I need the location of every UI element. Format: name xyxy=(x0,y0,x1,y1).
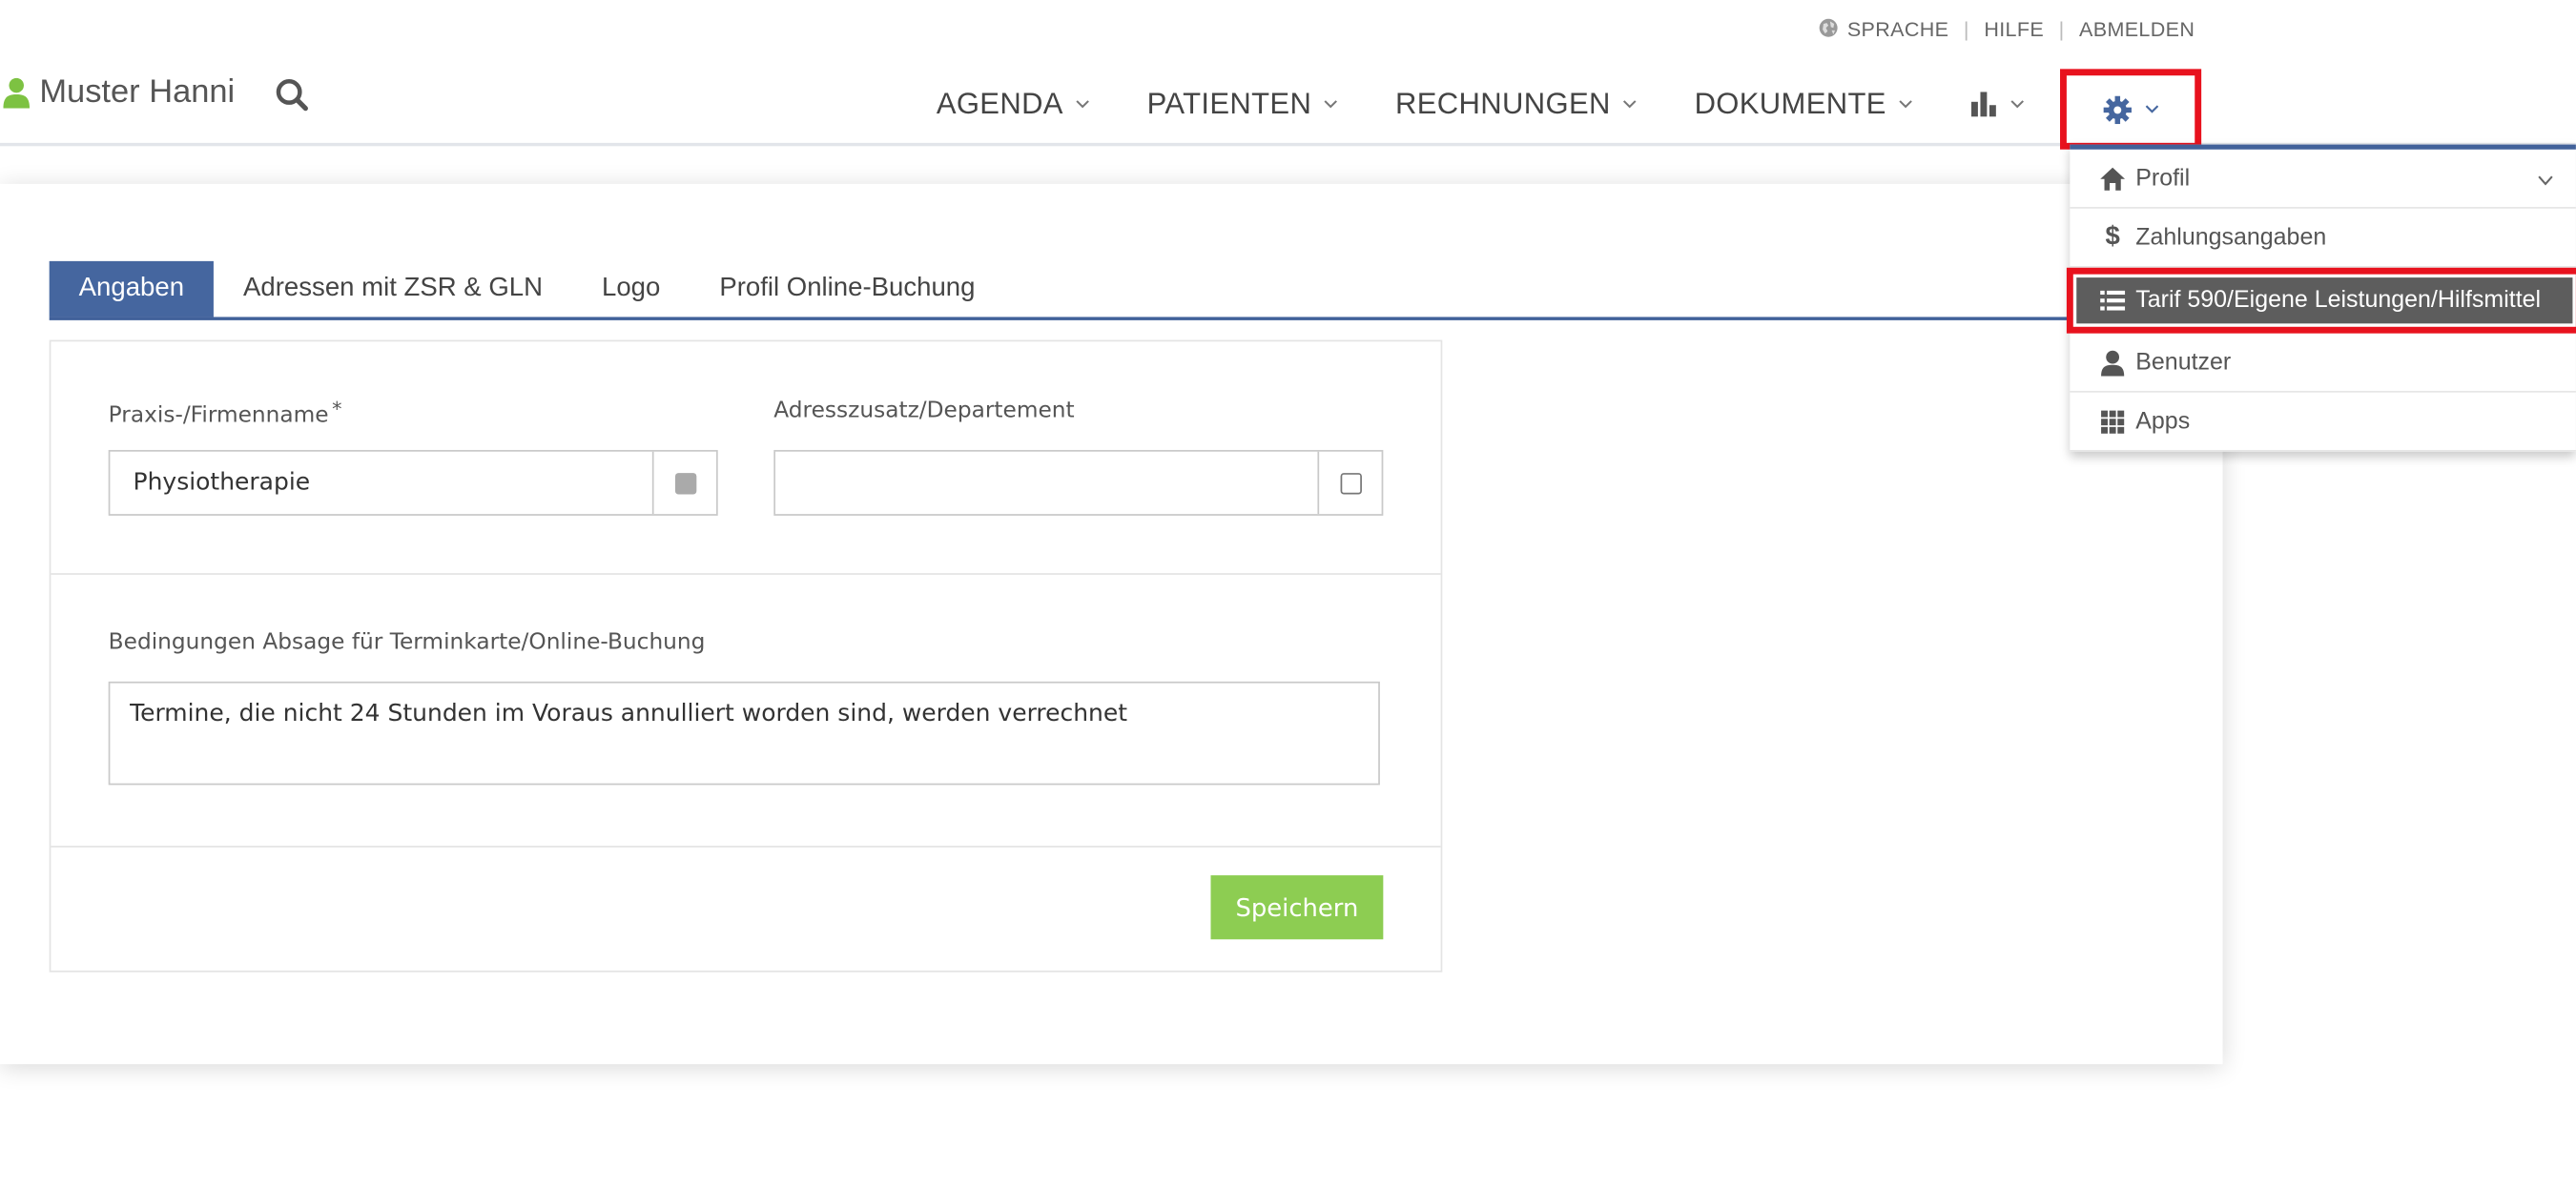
nav-statistics[interactable] xyxy=(1970,91,2025,118)
menu-item-zahlungsangaben[interactable]: $ Zahlungsangaben xyxy=(2070,209,2576,268)
nav-rechnungen[interactable]: RECHNUNGEN xyxy=(1395,87,1638,121)
user-icon xyxy=(2101,349,2125,376)
nav-agenda[interactable]: AGENDA xyxy=(937,87,1090,121)
user-menu[interactable]: Muster Hanni xyxy=(3,74,235,113)
menu-item-label: Apps xyxy=(2135,408,2191,435)
grid-icon xyxy=(2101,409,2125,433)
nav-rechnungen-label: RECHNUNGEN xyxy=(1395,87,1611,120)
app-page: SPRACHE | HILFE | ABMELDEN Muster Hanni … xyxy=(0,0,2576,1182)
list-icon xyxy=(2100,290,2126,311)
search-icon[interactable] xyxy=(275,77,311,113)
menu-item-label: Zahlungsangaben xyxy=(2135,224,2327,251)
conditions-section: Bedingungen Absage für Terminkarte/Onlin… xyxy=(51,573,1441,848)
checkbox-empty-icon xyxy=(1339,472,1362,494)
chevron-down-icon xyxy=(2010,100,2025,109)
company-name-toggle[interactable] xyxy=(651,451,716,515)
language-label: SPRACHE xyxy=(1846,17,1949,42)
profile-form: Praxis-/Firmenname* Adresszusatz/Departe… xyxy=(49,339,1443,972)
menu-item-apps[interactable]: Apps xyxy=(2070,393,2576,452)
profile-tabs: Angaben Adressen mit ZSR & GLN Logo Prof… xyxy=(49,260,2223,320)
conditions-label: Bedingungen Absage für Terminkarte/Onlin… xyxy=(108,628,706,656)
settings-dropdown: Profil $ Zahlungsangaben Tarif 590/Eigen… xyxy=(2066,144,2576,452)
actions-section: Speichern xyxy=(51,846,1440,971)
settings-menu-button[interactable] xyxy=(2060,69,2202,150)
chevron-down-icon xyxy=(1899,100,1913,109)
menu-item-tarif-590-highlight: Tarif 590/Eigene Leistungen/Hilfsmittel xyxy=(2076,277,2573,324)
checkbox-checked-icon xyxy=(674,472,696,494)
company-name-input[interactable] xyxy=(110,451,652,515)
nav-patienten[interactable]: PATIENTEN xyxy=(1147,87,1338,121)
tab-profil-online-buchung[interactable]: Profil Online-Buchung xyxy=(690,261,1004,317)
menu-item-benutzer[interactable]: Benutzer xyxy=(2070,334,2576,393)
main-header: Muster Hanni AGENDA PATIENTEN RECHNUNGEN… xyxy=(0,66,2576,150)
user-icon xyxy=(3,77,31,109)
logout-link[interactable]: ABMELDEN xyxy=(2079,18,2195,41)
required-marker: * xyxy=(332,397,342,420)
company-name-group xyxy=(108,449,718,516)
chevron-down-icon xyxy=(1325,100,1338,109)
chevron-down-icon xyxy=(1623,100,1638,109)
main-nav: AGENDA PATIENTEN RECHNUNGEN DOKUMENTE xyxy=(937,87,2025,121)
address-addition-toggle[interactable] xyxy=(1317,451,1381,515)
tab-logo[interactable]: Logo xyxy=(572,261,690,317)
chevron-down-icon xyxy=(1076,100,1090,109)
company-name-label-text: Praxis-/Firmenname xyxy=(108,402,329,429)
save-button[interactable]: Speichern xyxy=(1210,875,1384,940)
menu-item-label: Profil xyxy=(2135,165,2191,192)
conditions-textarea[interactable]: Termine, die nicht 24 Stunden im Voraus … xyxy=(108,681,1380,786)
language-link[interactable]: SPRACHE xyxy=(1820,18,1949,41)
nav-patienten-label: PATIENTEN xyxy=(1146,87,1312,120)
address-addition-input[interactable] xyxy=(775,451,1318,515)
name-section: Praxis-/Firmenname* Adresszusatz/Departe… xyxy=(51,341,1441,575)
separator: | xyxy=(2058,17,2065,42)
chevron-down-icon[interactable] xyxy=(2538,175,2553,186)
tab-angaben[interactable]: Angaben xyxy=(49,260,215,317)
gear-icon xyxy=(2103,94,2132,124)
menu-item-profil[interactable]: Profil xyxy=(2070,150,2576,209)
nav-agenda-label: AGENDA xyxy=(936,87,1063,120)
address-addition-group xyxy=(773,449,1384,516)
nav-dokumente[interactable]: DOKUMENTE xyxy=(1695,87,1913,121)
home-icon xyxy=(2100,166,2126,190)
help-link[interactable]: HILFE xyxy=(1984,18,2044,41)
menu-item-tarif-590[interactable]: Tarif 590/Eigene Leistungen/Hilfsmittel xyxy=(2066,267,2576,334)
address-addition-label: Adresszusatz/Departement xyxy=(773,397,1075,424)
dollar-icon: $ xyxy=(2105,222,2120,251)
company-name-label: Praxis-/Firmenname * xyxy=(109,398,342,429)
bar-chart-icon xyxy=(1971,92,1997,117)
chevron-down-icon xyxy=(2145,105,2159,113)
profile-card: Angaben Adressen mit ZSR & GLN Logo Prof… xyxy=(0,183,2223,1065)
tab-adressen[interactable]: Adressen mit ZSR & GLN xyxy=(214,261,572,317)
menu-item-label: Tarif 590/Eigene Leistungen/Hilfsmittel xyxy=(2135,287,2542,314)
globe-icon xyxy=(1820,18,1839,37)
separator: | xyxy=(1963,17,1969,42)
user-name: Muster Hanni xyxy=(39,73,236,111)
nav-dokumente-label: DOKUMENTE xyxy=(1694,87,1886,120)
menu-item-label: Benutzer xyxy=(2135,349,2232,376)
utility-bar: SPRACHE | HILFE | ABMELDEN xyxy=(1820,18,2195,41)
